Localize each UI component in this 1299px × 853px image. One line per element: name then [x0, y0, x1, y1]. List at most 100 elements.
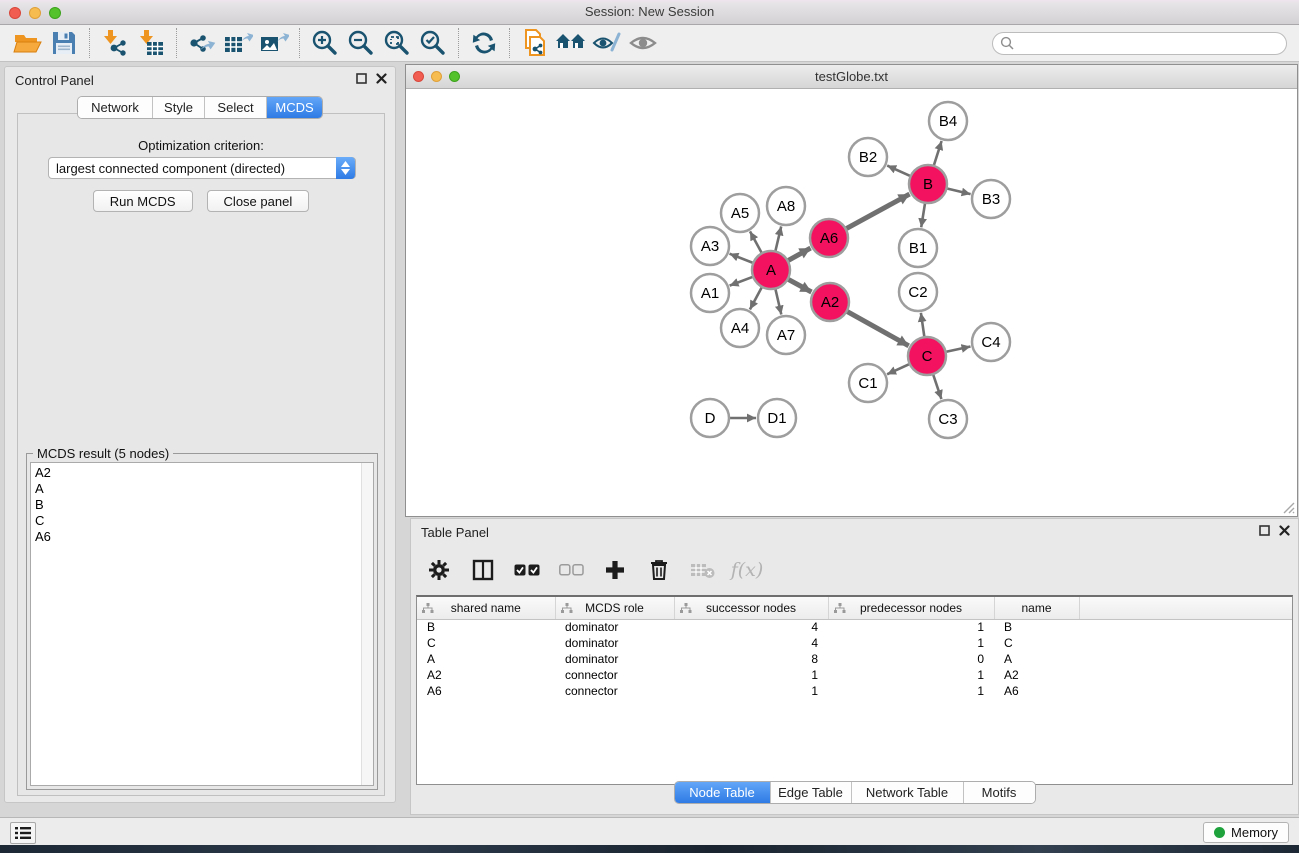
column-header-name[interactable]: name [994, 597, 1079, 619]
table-row[interactable]: Adominator80A [417, 651, 1292, 667]
table-row[interactable]: Bdominator41B [417, 619, 1292, 635]
import-table-button[interactable] [133, 27, 169, 59]
export-image-button[interactable] [256, 27, 292, 59]
zoom-selected-button[interactable] [415, 27, 451, 59]
resize-grip-icon[interactable] [1281, 500, 1295, 514]
column-header-predecessor-nodes[interactable]: predecessor nodes [828, 597, 994, 619]
graph-edge[interactable] [750, 287, 762, 310]
function-builder-button[interactable]: f(x) [733, 556, 761, 584]
graph-node[interactable]: A4 [721, 309, 759, 347]
graph-edge[interactable] [934, 141, 942, 166]
graph-node[interactable]: B4 [929, 102, 967, 140]
column-header-shared-name[interactable]: shared name [417, 597, 555, 619]
graph-edge[interactable] [887, 364, 910, 374]
zoom-in-button[interactable] [307, 27, 343, 59]
graph-edge[interactable] [788, 279, 812, 292]
delete-table-button[interactable] [689, 556, 717, 584]
graph-node[interactable]: C2 [899, 273, 937, 311]
mcds-result-list[interactable]: A2ABCA6 [30, 462, 374, 786]
tab-node-table[interactable]: Node Table [675, 782, 770, 803]
column-header-successor-nodes[interactable]: successor nodes [674, 597, 828, 619]
optimization-criterion-select[interactable]: largest connected component (directed) [48, 157, 356, 179]
graph-node[interactable]: A5 [721, 194, 759, 232]
table-settings-button[interactable] [425, 556, 453, 584]
graph-edge[interactable] [846, 194, 910, 229]
scrollbar-track[interactable] [361, 463, 373, 785]
graph-edge[interactable] [775, 226, 781, 251]
mcds-result-item[interactable]: A2 [35, 465, 373, 481]
tab-mcds[interactable]: MCDS [266, 97, 322, 118]
graph-node[interactable]: B3 [972, 180, 1010, 218]
graph-node[interactable]: D [691, 399, 729, 437]
show-network-overview-button[interactable] [553, 27, 589, 59]
graph-node[interactable]: C1 [849, 364, 887, 402]
mcds-result-item[interactable]: A [35, 481, 373, 497]
graph-node[interactable]: A [752, 251, 790, 289]
graph-node[interactable]: A8 [767, 187, 805, 225]
mcds-result-item[interactable]: B [35, 497, 373, 513]
export-network-button[interactable] [184, 27, 220, 59]
network-window-titlebar[interactable]: testGlobe.txt [406, 65, 1297, 89]
deselect-all-columns-button[interactable] [557, 556, 585, 584]
graph-node[interactable]: C [908, 337, 946, 375]
graph-node[interactable]: B2 [849, 138, 887, 176]
graph-node[interactable]: A7 [767, 316, 805, 354]
tab-style[interactable]: Style [152, 97, 204, 118]
network-canvas[interactable]: B4 B2 B B3 A8 A5 A6 A3 B1 A A1 C2 A2 A4 [406, 89, 1297, 516]
graph-edge[interactable] [847, 311, 909, 346]
open-session-button[interactable] [10, 27, 46, 59]
tab-network[interactable]: Network [78, 97, 152, 118]
search-input[interactable] [992, 32, 1287, 55]
export-table-button[interactable] [220, 27, 256, 59]
zoom-fit-button[interactable] [379, 27, 415, 59]
graph-edge[interactable] [921, 313, 925, 337]
apply-layout-button[interactable] [466, 27, 502, 59]
table-row[interactable]: Cdominator41C [417, 635, 1292, 651]
create-column-button[interactable] [601, 556, 629, 584]
tab-select[interactable]: Select [204, 97, 266, 118]
close-panel-icon[interactable] [1279, 525, 1290, 536]
graph-node[interactable]: B [909, 165, 947, 203]
graph-node[interactable]: D1 [758, 399, 796, 437]
save-session-button[interactable] [46, 27, 82, 59]
tab-network-table[interactable]: Network Table [851, 782, 963, 803]
graph-node[interactable]: B1 [899, 229, 937, 267]
table-row[interactable]: A2connector11A2 [417, 667, 1292, 683]
graph-edge[interactable] [775, 289, 781, 315]
graph-node[interactable]: A2 [811, 283, 849, 321]
duplicate-network-button[interactable] [517, 27, 553, 59]
column-header-mcds-role[interactable]: MCDS role [555, 597, 674, 619]
graph-node[interactable]: A6 [810, 219, 848, 257]
graph-edge[interactable] [921, 203, 925, 228]
graph-edge[interactable] [887, 166, 911, 177]
graph-edge[interactable] [730, 277, 754, 286]
show-graphics-details-button[interactable] [625, 27, 661, 59]
graph-edge[interactable] [788, 248, 811, 261]
graph-node[interactable]: C3 [929, 400, 967, 438]
close-panel-icon[interactable] [376, 73, 387, 84]
select-all-columns-button[interactable] [513, 556, 541, 584]
close-panel-button[interactable]: Close panel [207, 190, 310, 212]
graph-edge[interactable] [947, 188, 971, 194]
graph-node[interactable]: A3 [691, 227, 729, 265]
task-history-button[interactable] [10, 822, 36, 844]
graph-node[interactable]: C4 [972, 323, 1010, 361]
graph-edge[interactable] [750, 231, 762, 253]
graph-node[interactable]: A1 [691, 274, 729, 312]
column-view-button[interactable] [469, 556, 497, 584]
hide-graphics-details-button[interactable] [589, 27, 625, 59]
table-row[interactable]: A6connector11A6 [417, 683, 1292, 699]
mcds-result-item[interactable]: A6 [35, 529, 373, 545]
zoom-out-button[interactable] [343, 27, 379, 59]
mcds-result-item[interactable]: C [35, 513, 373, 529]
float-panel-icon[interactable] [356, 73, 367, 84]
memory-button[interactable]: Memory [1203, 822, 1289, 843]
graph-edge[interactable] [730, 254, 754, 263]
import-network-button[interactable] [97, 27, 133, 59]
run-mcds-button[interactable]: Run MCDS [93, 190, 193, 212]
graph-edge[interactable] [946, 347, 971, 352]
float-panel-icon[interactable] [1259, 525, 1270, 536]
tab-motifs[interactable]: Motifs [963, 782, 1035, 803]
graph-edge[interactable] [933, 374, 941, 399]
tab-edge-table[interactable]: Edge Table [770, 782, 851, 803]
